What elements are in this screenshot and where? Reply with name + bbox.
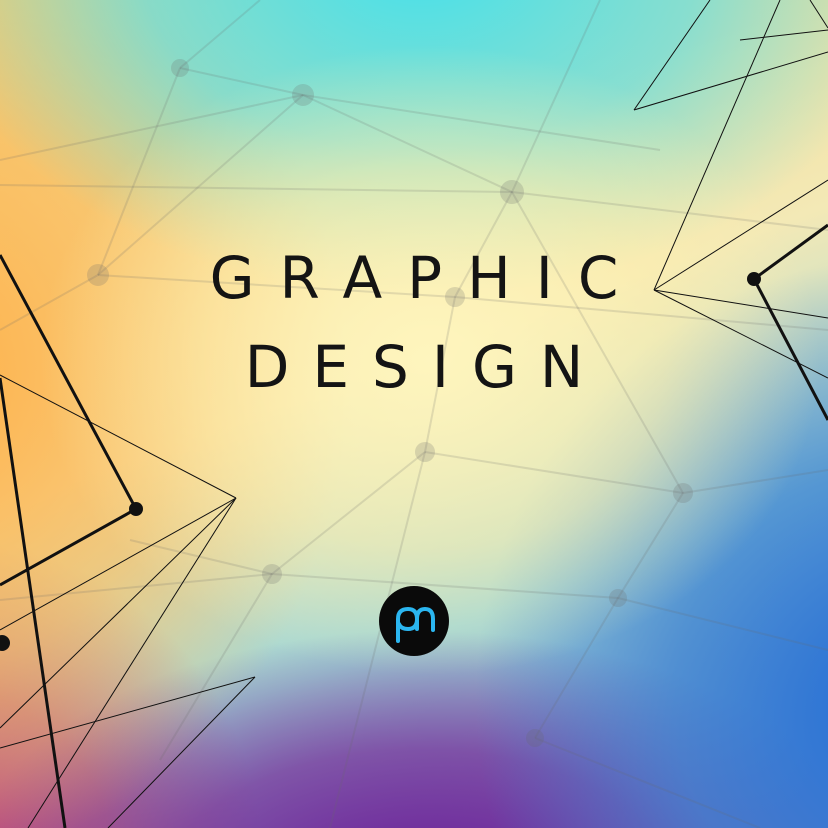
graphic-design-banner: GRAPHIC DESIGN — [0, 0, 828, 828]
pn-logo — [379, 586, 449, 656]
title-design: DESIGN — [244, 333, 607, 401]
title-graphic: GRAPHIC — [209, 244, 644, 312]
network-background — [0, 0, 828, 828]
faint-network-lines — [0, 0, 828, 828]
pn-logo-icon — [396, 607, 435, 643]
